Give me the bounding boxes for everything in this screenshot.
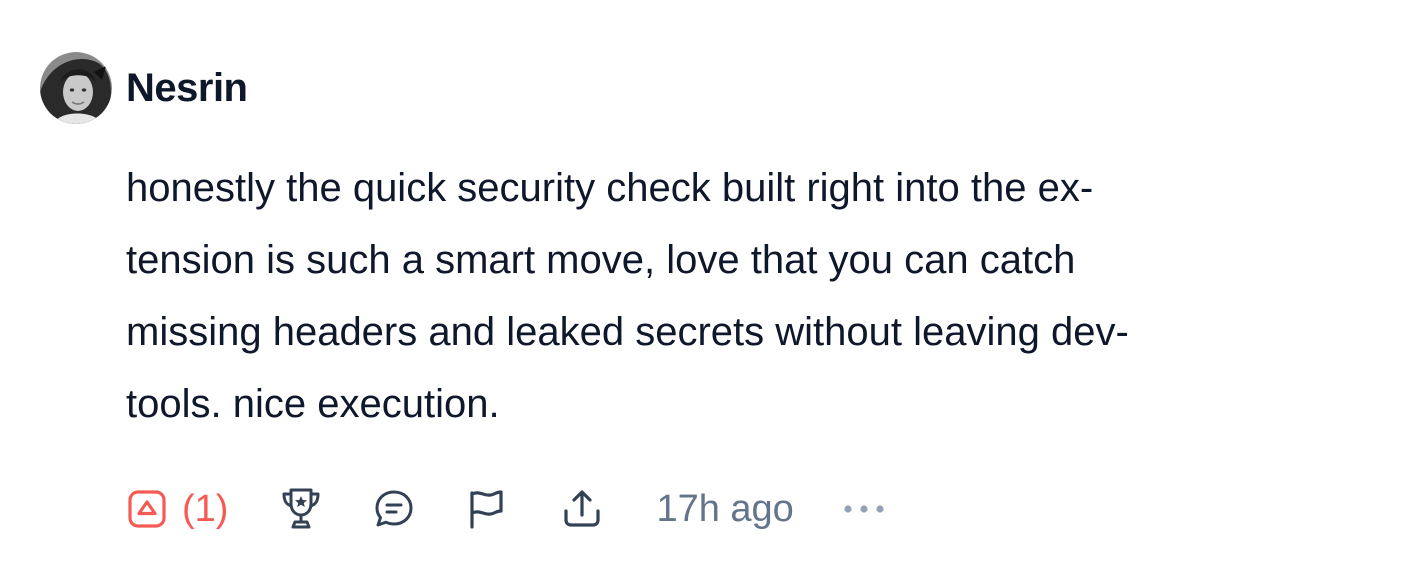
comment-body-line: missing headers and leaked secrets witho… bbox=[126, 310, 1129, 354]
more-options-button[interactable] bbox=[840, 499, 888, 519]
timestamp-text: 17h ago bbox=[656, 487, 794, 530]
comment-header: Nesrin bbox=[40, 52, 248, 124]
comment-card: Nesrin honestly the quick security check… bbox=[0, 0, 1422, 586]
author-name[interactable]: Nesrin bbox=[126, 66, 248, 111]
upvote-icon bbox=[126, 488, 168, 530]
reply-icon bbox=[372, 487, 416, 531]
comment-body-line: honestly the quick security check built … bbox=[126, 166, 1094, 210]
report-button[interactable] bbox=[466, 487, 506, 531]
award-button[interactable] bbox=[278, 486, 324, 532]
share-button[interactable] bbox=[560, 487, 604, 531]
share-icon bbox=[560, 487, 604, 531]
flag-icon bbox=[466, 487, 506, 531]
comment-body-line: tension is such a smart move, love that … bbox=[126, 238, 1076, 282]
upvote-count: (1) bbox=[182, 487, 229, 530]
avatar[interactable] bbox=[40, 52, 112, 124]
upvote-button[interactable]: (1) bbox=[126, 488, 228, 531]
comment-body: honestly the quick security check built … bbox=[126, 152, 1366, 440]
timestamp[interactable]: 17h ago bbox=[656, 488, 793, 531]
comment-actions: (1) 17h ago bbox=[126, 484, 888, 534]
more-icon bbox=[840, 499, 888, 519]
reply-button[interactable] bbox=[372, 487, 416, 531]
trophy-icon bbox=[278, 486, 324, 532]
comment-body-line: tools. nice execution. bbox=[126, 382, 500, 426]
